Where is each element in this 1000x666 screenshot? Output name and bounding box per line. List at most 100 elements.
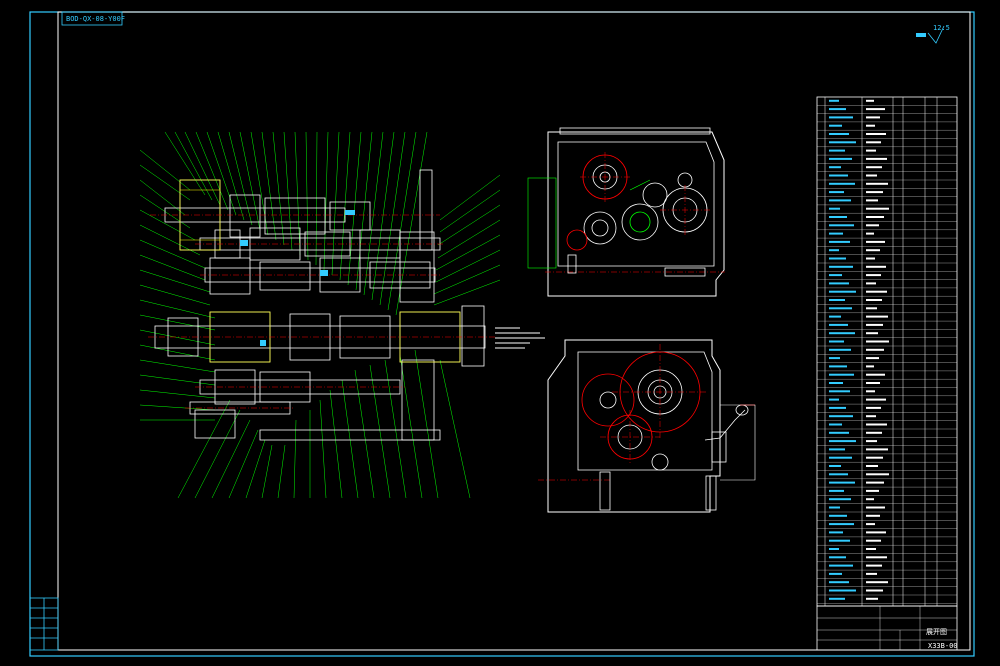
developed-view <box>139 131 545 499</box>
parts-list-name-mark <box>866 216 884 218</box>
parts-list-name-mark <box>866 415 876 418</box>
parts-list-name-mark <box>866 182 888 185</box>
parts-list-name-mark <box>866 539 881 542</box>
parts-list-code-mark <box>829 257 846 260</box>
parts-list-name-mark <box>866 207 889 210</box>
doc-code: BOD-QX-08-Y00F <box>66 15 125 23</box>
parts-list-name-mark <box>866 166 882 169</box>
parts-list-name-mark <box>866 323 883 326</box>
parts-list-name-mark <box>866 523 875 526</box>
parts-list-name-mark <box>866 332 878 335</box>
parts-list-name-mark <box>866 240 885 243</box>
parts-list-name-mark <box>866 124 875 127</box>
parts-list-code-mark <box>829 141 856 144</box>
parts-list-name-mark <box>866 448 888 451</box>
parts-list-name-mark <box>866 489 879 492</box>
center-lines <box>148 214 495 409</box>
parts-list-code-mark <box>829 323 848 326</box>
tech-requirements <box>495 327 545 349</box>
parts-list-code-mark <box>829 265 853 268</box>
parts-list-name-mark <box>866 589 883 592</box>
gears-lower <box>581 351 701 471</box>
parts-list-name-mark <box>866 473 889 476</box>
parts-list-name-mark <box>866 481 884 484</box>
parts-list-name-mark <box>866 157 887 160</box>
parts-list-name-mark <box>866 108 885 111</box>
parts-list-name-mark <box>866 224 879 227</box>
parts-list-name-mark <box>866 373 885 376</box>
parts-list-code-mark <box>829 282 849 285</box>
parts-list-code-mark <box>829 423 842 426</box>
parts-list-code-mark <box>829 174 848 177</box>
drawing-frame <box>57 11 971 651</box>
center-lines-upper <box>545 152 725 273</box>
parts-list-code-mark <box>829 431 849 434</box>
shaft-assembly <box>154 169 486 441</box>
parts-list-code-mark <box>829 572 842 575</box>
parts-list-name-mark <box>866 506 885 509</box>
parts-list-code-mark <box>829 216 847 218</box>
parts-list-name-mark <box>866 265 886 268</box>
parts-list-code-mark <box>829 415 853 418</box>
parts-list-name-mark <box>866 398 886 401</box>
parts-list-code-mark <box>829 133 849 135</box>
parts-list-name-mark <box>866 390 875 393</box>
parts-list-name-mark <box>866 548 876 550</box>
parts-list-name-mark <box>866 498 874 501</box>
parts-list <box>816 96 958 607</box>
parts-list-name-mark <box>866 199 878 202</box>
parts-list-name-mark <box>866 423 887 426</box>
section-view-lower <box>538 339 756 513</box>
parts-list-code-mark <box>829 406 846 409</box>
parts-list-name-mark <box>866 299 882 301</box>
parts-list-code-mark <box>829 332 855 335</box>
parts-list-code-mark <box>829 365 847 368</box>
parts-list-name-mark <box>866 340 889 343</box>
parts-list-name-mark <box>866 406 881 409</box>
parts-list-name-mark <box>866 116 880 119</box>
parts-list-name-mark <box>866 382 880 384</box>
leader-lines-bottom <box>177 349 471 499</box>
parts-list-code-mark <box>829 382 843 384</box>
parts-list-code-mark <box>829 489 844 492</box>
parts-list-code-mark <box>829 149 845 152</box>
parts-list-code-mark <box>829 207 840 210</box>
parts-list-code-mark <box>829 448 845 451</box>
parts-list-name-mark <box>866 174 877 177</box>
parts-list-code-mark <box>829 465 841 467</box>
parts-list-code-mark <box>829 514 847 517</box>
parts-list-code-mark <box>829 157 852 160</box>
parts-list-name-mark <box>866 249 880 252</box>
title-block-code: X33B-00 <box>928 642 958 650</box>
parts-list-code-mark <box>829 556 846 559</box>
parts-list-name-mark <box>866 365 874 368</box>
parts-list-code-mark <box>829 315 841 318</box>
parts-list-code-mark <box>829 440 856 443</box>
parts-list-name-mark <box>866 456 883 459</box>
leader-lines-left <box>139 149 216 421</box>
drawing-sheet: BOD-QX-08-Y00F 12.5 展开图 X33B-00 <box>29 11 975 657</box>
parts-list-code-mark <box>829 232 843 235</box>
parts-list-name-mark <box>866 290 887 293</box>
parts-list-name-mark <box>866 149 876 152</box>
parts-list-code-mark <box>829 498 851 501</box>
binding-strip <box>29 597 59 651</box>
parts-list-code-mark <box>829 564 853 567</box>
parts-list-name-mark <box>866 282 876 285</box>
title-block-name: 展开图 <box>926 628 947 636</box>
parts-list-name-mark <box>866 274 881 277</box>
parts-list-name-mark <box>866 141 881 144</box>
parts-list-code-mark <box>829 473 848 476</box>
parts-list-code-mark <box>829 274 842 277</box>
roughness-symbol: 12.5 <box>916 24 950 44</box>
parts-list-code-mark <box>829 390 850 393</box>
parts-list-code-mark <box>829 182 855 185</box>
parts-list-name-mark <box>866 531 886 534</box>
parts-list-code-mark <box>829 548 839 550</box>
parts-list-name-mark <box>866 348 884 351</box>
parts-list-code-mark <box>829 199 851 202</box>
parts-list-name-mark <box>866 357 879 360</box>
parts-list-code-mark <box>829 108 846 111</box>
parts-list-code-mark <box>829 307 852 310</box>
parts-list-code-mark <box>829 348 851 351</box>
